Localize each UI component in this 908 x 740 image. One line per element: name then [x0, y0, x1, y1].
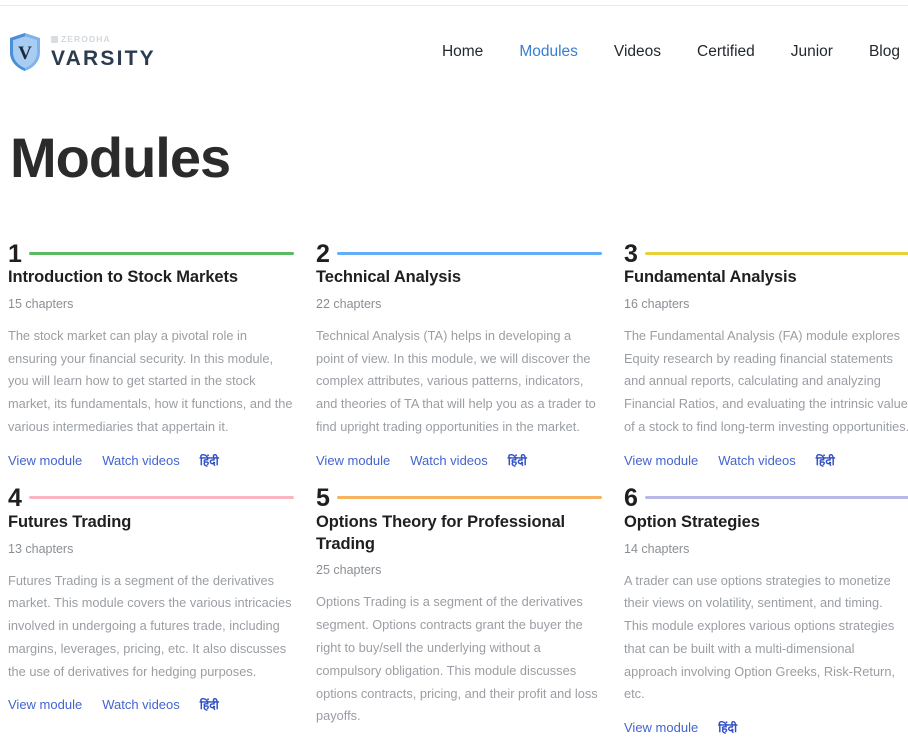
module-accent-bar [28, 251, 294, 255]
module-title: Fundamental Analysis [624, 268, 797, 286]
module-accent-bar [336, 496, 602, 500]
zerodha-square-icon [51, 36, 58, 43]
hindi-link[interactable]: हिंदी [508, 452, 527, 469]
watch-videos-link[interactable]: Watch videos [102, 453, 180, 468]
module-number: 2 [316, 239, 330, 268]
module-chapter-count: 25 chapters [316, 563, 382, 578]
module-description: Options Trading is a segment of the deri… [316, 594, 598, 724]
module-chapter-count: 13 chapters [8, 541, 74, 556]
module-description: The Fundamental Analysis (FA) module exp… [624, 327, 908, 434]
module-card-head: 6 [624, 483, 908, 511]
module-title: Introduction to Stock Markets [8, 268, 238, 286]
module-card: 1 Introduction to Stock Markets 15 chapt… [8, 238, 294, 469]
module-card-head: 5 [316, 483, 602, 511]
view-module-link[interactable]: View module [624, 720, 698, 735]
hindi-link[interactable]: हिंदी [200, 452, 219, 469]
module-chapter-count: 16 chapters [624, 296, 690, 311]
module-description: Technical Analysis (TA) helps in develop… [316, 327, 596, 434]
module-card: 2 Technical Analysis 22 chapters Technic… [316, 238, 602, 469]
nav-item-modules[interactable]: Modules [519, 43, 578, 61]
view-module-link[interactable]: View module [8, 697, 82, 712]
module-title: Option Strategies [624, 512, 760, 531]
module-chapter-count: 15 chapters [8, 296, 74, 311]
module-links: View module Watch videos हिंदी [624, 452, 908, 469]
module-description: The stock market can play a pivotal role… [8, 327, 293, 434]
module-links: View module Watch videos हिंदी [8, 452, 294, 469]
varsity-label: VARSITY [51, 46, 156, 70]
module-links: View module हिंदी [624, 719, 908, 736]
nav-item-blog[interactable]: Blog [869, 43, 900, 61]
hindi-link[interactable]: हिंदी [816, 452, 835, 469]
module-card: 3 Fundamental Analysis 16 chapters The F… [624, 238, 908, 469]
site-header: V ZERODHA VARSITY Home Modules Videos Ce… [0, 6, 908, 98]
watch-videos-link[interactable]: Watch videos [102, 697, 180, 712]
watch-videos-link[interactable]: Watch videos [718, 453, 796, 468]
module-chapter-count: 22 chapters [316, 296, 382, 311]
nav-item-videos[interactable]: Videos [614, 43, 661, 61]
nav-item-junior[interactable]: Junior [791, 43, 833, 61]
page-root: V ZERODHA VARSITY Home Modules Videos Ce… [0, 0, 908, 740]
hindi-link[interactable]: हिंदी [718, 719, 737, 736]
module-title: Technical Analysis [316, 268, 461, 286]
zerodha-line: ZERODHA [51, 35, 156, 44]
module-accent-bar [28, 496, 294, 500]
module-card: 6 Option Strategies 14 chapters A trader… [624, 483, 908, 740]
module-number: 1 [8, 239, 22, 268]
module-number: 4 [8, 484, 22, 513]
module-card-head: 4 [8, 483, 294, 511]
module-card: 5 Options Theory for Professional Tradin… [316, 483, 602, 740]
module-accent-bar [644, 496, 908, 500]
module-card-head: 1 [8, 238, 294, 266]
svg-text:V: V [18, 43, 32, 64]
hindi-link[interactable]: हिंदी [200, 696, 219, 713]
zerodha-label: ZERODHA [61, 34, 111, 45]
module-number: 6 [624, 484, 638, 513]
module-card-head: 2 [316, 238, 602, 266]
brand-logo-link[interactable]: V ZERODHA VARSITY [8, 32, 156, 72]
module-description: Futures Trading is a segment of the deri… [8, 572, 292, 679]
page-title: Modules [10, 126, 231, 189]
watch-videos-link[interactable]: Watch videos [410, 453, 488, 468]
module-accent-bar [336, 251, 602, 255]
module-title: Options Theory for Professional Trading [316, 512, 566, 553]
nav-item-certified[interactable]: Certified [697, 43, 755, 61]
nav-item-home[interactable]: Home [442, 43, 483, 61]
main-navigation: Home Modules Videos Certified Junior Blo… [442, 43, 900, 61]
varsity-shield-icon: V [8, 32, 42, 72]
module-card: 4 Futures Trading 13 chapters Futures Tr… [8, 483, 294, 740]
module-links: View module Watch videos हिंदी [316, 452, 602, 469]
view-module-link[interactable]: View module [624, 453, 698, 468]
module-number: 5 [316, 484, 330, 513]
module-number: 3 [624, 239, 638, 268]
module-description: A trader can use options strategies to m… [624, 572, 895, 702]
brand-wordmark: ZERODHA VARSITY [51, 35, 156, 69]
module-accent-bar [644, 251, 908, 255]
view-module-link[interactable]: View module [8, 453, 82, 468]
view-module-link[interactable]: View module [316, 453, 390, 468]
module-links: View module Watch videos हिंदी [8, 696, 294, 713]
modules-grid: 1 Introduction to Stock Markets 15 chapt… [8, 238, 908, 740]
module-card-head: 3 [624, 238, 908, 266]
module-title: Futures Trading [8, 512, 132, 531]
module-chapter-count: 14 chapters [624, 541, 690, 556]
